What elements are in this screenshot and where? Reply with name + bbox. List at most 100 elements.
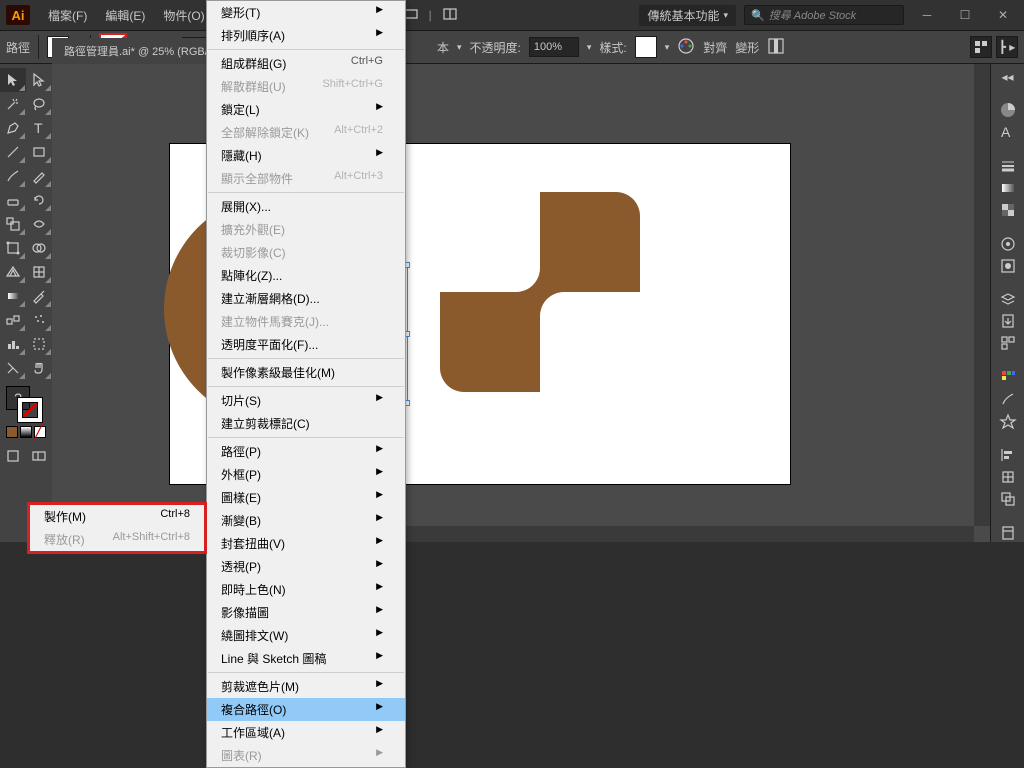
transparency-panel-icon[interactable] xyxy=(994,201,1022,219)
menu-item[interactable]: 透明度平面化(F)... xyxy=(207,333,405,356)
pencil-tool[interactable] xyxy=(26,164,52,188)
menu-item[interactable]: 建立漸層網格(D)... xyxy=(207,287,405,310)
artboard-tool[interactable] xyxy=(26,332,52,356)
gradient-tool[interactable] xyxy=(0,284,26,308)
mesh-tool[interactable] xyxy=(26,260,52,284)
options-menu-icon[interactable]: ┣ ▸ xyxy=(996,36,1018,58)
basic-label[interactable]: 本 xyxy=(437,39,449,56)
menu-item[interactable]: 外框(P)▶ xyxy=(207,463,405,486)
stroke-panel-icon[interactable] xyxy=(994,157,1022,175)
eyedropper-tool[interactable] xyxy=(26,284,52,308)
fill-stroke-control[interactable]: ? xyxy=(0,384,52,424)
maximize-icon[interactable]: ☐ xyxy=(950,5,980,25)
scale-tool[interactable] xyxy=(0,212,26,236)
width-tool[interactable] xyxy=(26,212,52,236)
opacity-input[interactable]: 100% xyxy=(529,37,579,57)
menu-item[interactable]: 路徑(P)▶ xyxy=(207,440,405,463)
paintbrush-tool[interactable] xyxy=(0,164,26,188)
color-mode-solid[interactable] xyxy=(6,426,18,438)
graphic-styles-panel-icon[interactable] xyxy=(994,257,1022,275)
magic-wand-tool[interactable] xyxy=(0,92,26,116)
rotate-tool[interactable] xyxy=(26,188,52,212)
close-icon[interactable]: ✕ xyxy=(988,5,1018,25)
menu-item[interactable]: 複合路徑(O)▶ xyxy=(207,698,405,721)
menu-item[interactable]: 影像描圖▶ xyxy=(207,601,405,624)
brushes-panel-icon[interactable] xyxy=(994,390,1022,408)
menu-item[interactable]: 鎖定(L)▶ xyxy=(207,98,405,121)
blend-tool[interactable] xyxy=(0,308,26,332)
menu-edit[interactable]: 編輯(E) xyxy=(97,3,153,28)
eraser-tool[interactable] xyxy=(0,188,26,212)
hand-tool[interactable] xyxy=(26,356,52,380)
workspace-switcher[interactable]: 傳統基本功能▾ xyxy=(639,5,736,26)
transform-label[interactable]: 變形 xyxy=(735,39,759,56)
lasso-tool[interactable] xyxy=(26,92,52,116)
scrollbar-vertical[interactable] xyxy=(974,64,990,526)
color-panel-icon[interactable] xyxy=(994,101,1022,119)
submenu-item: 釋放(R)Alt+Shift+Ctrl+8 xyxy=(30,528,204,551)
asset-export-panel-icon[interactable] xyxy=(994,312,1022,330)
symbols-panel-icon[interactable] xyxy=(994,412,1022,430)
column-graph-tool[interactable] xyxy=(0,332,26,356)
menu-item[interactable]: Line 與 Sketch 圖稿▶ xyxy=(207,647,405,670)
recolor-icon[interactable] xyxy=(677,37,695,58)
expand-panels-icon[interactable]: ◂◂ xyxy=(994,68,1022,85)
shape-brown-compound[interactable] xyxy=(440,192,640,392)
direct-selection-tool[interactable] xyxy=(26,68,52,92)
isolate-icon[interactable] xyxy=(767,37,785,58)
symbol-sprayer-tool[interactable] xyxy=(26,308,52,332)
menu-item[interactable]: 變形(T)▶ xyxy=(207,1,405,24)
type-panel-icon[interactable]: A xyxy=(994,123,1022,141)
menu-item[interactable]: 排列順序(A)▶ xyxy=(207,24,405,47)
rectangle-tool[interactable] xyxy=(26,140,52,164)
menu-item[interactable]: 隱藏(H)▶ xyxy=(207,144,405,167)
stock-search[interactable]: 🔍 搜尋 Adobe Stock xyxy=(744,5,904,25)
menu-item[interactable]: 建立剪裁標記(C) xyxy=(207,412,405,435)
free-transform-tool[interactable] xyxy=(0,236,26,260)
menu-item[interactable]: 繞圖排文(W)▶ xyxy=(207,624,405,647)
screen-mode-normal[interactable] xyxy=(0,444,26,468)
canvas-area[interactable]: 25% xyxy=(52,64,990,542)
menu-item[interactable]: 組成群組(G)Ctrl+G xyxy=(207,52,405,75)
transform-panel-icon[interactable] xyxy=(994,468,1022,486)
menu-item[interactable]: 工作區域(A)▶ xyxy=(207,721,405,744)
align-pixel-grid[interactable] xyxy=(970,36,992,58)
artboards-panel-icon[interactable] xyxy=(994,334,1022,352)
align-panel-icon[interactable] xyxy=(994,446,1022,464)
appearance-panel-icon[interactable] xyxy=(994,235,1022,253)
menu-item[interactable]: 展開(X)... xyxy=(207,195,405,218)
menu-item[interactable]: 封套扭曲(V)▶ xyxy=(207,532,405,555)
pen-tool[interactable] xyxy=(0,116,26,140)
menu-item[interactable]: 透視(P)▶ xyxy=(207,555,405,578)
document-tab[interactable]: 路徑管理員.ai* @ 25% (RGB/ xyxy=(52,38,220,64)
menu-item[interactable]: 製作像素級最佳化(M) xyxy=(207,361,405,384)
menu-object[interactable]: 物件(O) xyxy=(155,3,212,28)
style-swatch[interactable] xyxy=(635,36,657,58)
menu-item[interactable]: 圖樣(E)▶ xyxy=(207,486,405,509)
submenu-item[interactable]: 製作(M)Ctrl+8 xyxy=(30,505,204,528)
menu-file[interactable]: 檔案(F) xyxy=(40,3,95,28)
screen-mode-toggle[interactable] xyxy=(26,444,52,468)
selection-tool[interactable] xyxy=(0,68,26,92)
perspective-tool[interactable] xyxy=(0,260,26,284)
svg-text:T: T xyxy=(34,120,43,136)
libraries-panel-icon[interactable] xyxy=(994,524,1022,542)
pathfinder-panel-icon[interactable] xyxy=(994,490,1022,508)
layers-panel-icon[interactable] xyxy=(994,290,1022,308)
minimize-icon[interactable]: ─ xyxy=(912,5,942,25)
color-mode-gradient[interactable] xyxy=(20,426,32,438)
type-tool[interactable]: T xyxy=(26,116,52,140)
swatches-panel-icon[interactable] xyxy=(994,368,1022,386)
menu-item[interactable]: 切片(S)▶ xyxy=(207,389,405,412)
line-tool[interactable] xyxy=(0,140,26,164)
menu-item[interactable]: 漸變(B)▶ xyxy=(207,509,405,532)
color-mode-none[interactable]: ╱ xyxy=(34,426,46,438)
menu-item[interactable]: 剪裁遮色片(M)▶ xyxy=(207,675,405,698)
menu-item[interactable]: 即時上色(N)▶ xyxy=(207,578,405,601)
align-label[interactable]: 對齊 xyxy=(703,39,727,56)
slice-tool[interactable] xyxy=(0,356,26,380)
gradient-panel-icon[interactable] xyxy=(994,179,1022,197)
arrange-icon[interactable] xyxy=(442,6,458,25)
menu-item[interactable]: 點陣化(Z)... xyxy=(207,264,405,287)
shape-builder-tool[interactable] xyxy=(26,236,52,260)
